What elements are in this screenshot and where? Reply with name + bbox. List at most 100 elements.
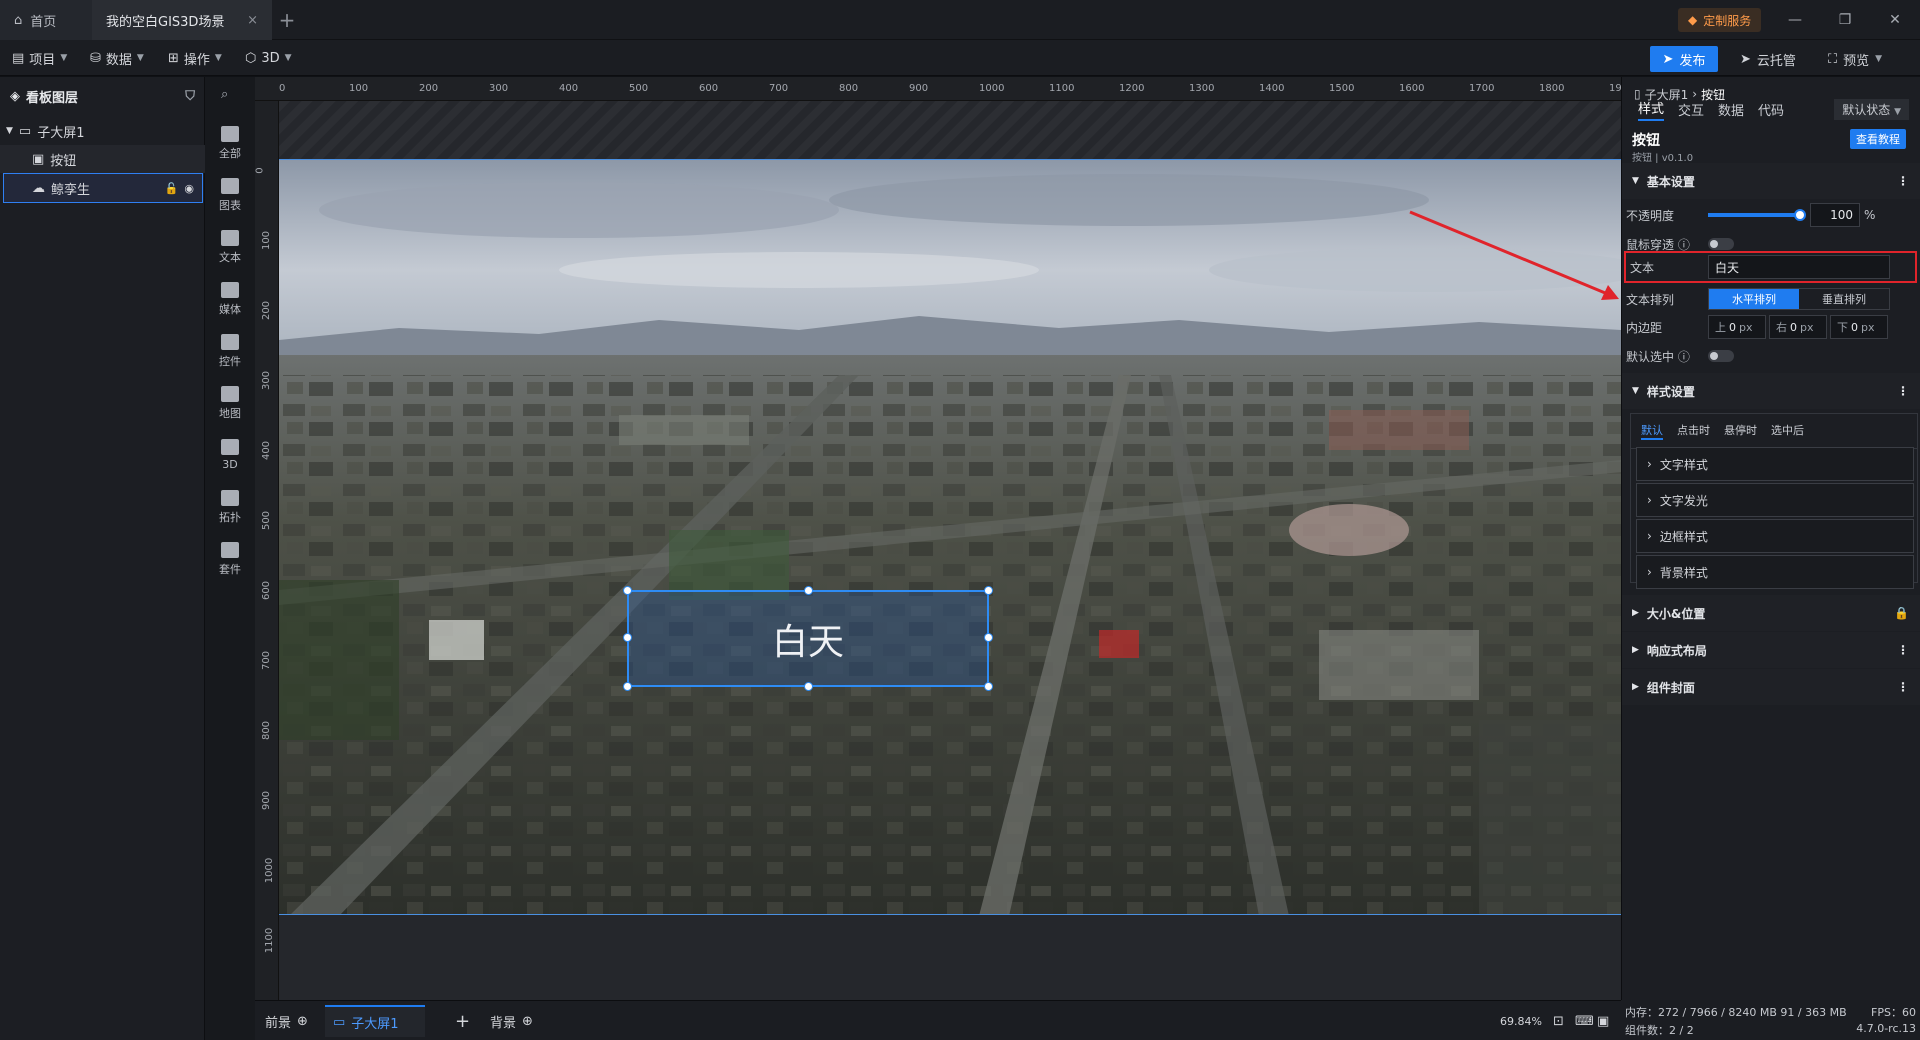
chevron-down-icon: ▼ (214, 53, 222, 63)
tutorial-button[interactable]: 查看教程 (1850, 129, 1906, 149)
fps-status: FPS：60 (1871, 1006, 1916, 1019)
keyboard-icon[interactable]: ⌨ (1575, 1009, 1594, 1033)
cat-control[interactable]: 控件 (205, 325, 255, 377)
state-select[interactable]: 默认状态 ▼ (1834, 98, 1909, 120)
back-layer-tab[interactable]: 背景 ⊕ (490, 1009, 533, 1033)
section-basic[interactable]: ▼ 基本设置 ⋮ (1622, 163, 1920, 199)
add-circle-icon[interactable]: ⊕ (522, 1014, 533, 1029)
more-icon[interactable]: ⋮ (1897, 680, 1909, 694)
front-layer-tab[interactable]: 前景 ⊕ (265, 1009, 308, 1033)
caret-down-icon[interactable]: ▼ (6, 126, 13, 136)
publish-button[interactable]: ➤ 发布 (1650, 46, 1718, 72)
more-icon[interactable]: ⋮ (1897, 174, 1909, 188)
menu-data[interactable]: ⛁ 数据 ▼ (90, 46, 144, 70)
group-border-style[interactable]: › 边框样式 (1636, 519, 1914, 553)
opacity-input[interactable]: 100 (1810, 203, 1860, 227)
tab-data[interactable]: 数据 (1718, 100, 1744, 119)
search-icon[interactable]: ⌕ (221, 87, 228, 102)
resize-handle-s[interactable] (804, 682, 813, 691)
close-icon[interactable]: × (247, 13, 258, 28)
zoom-level[interactable]: 69.84% (1500, 1009, 1542, 1033)
resize-handle-e[interactable] (984, 633, 993, 642)
all-icon (221, 125, 239, 142)
more-icon[interactable]: ⋮ (1897, 643, 1909, 657)
opacity-slider[interactable] (1708, 209, 1806, 221)
resize-handle-nw[interactable] (623, 586, 632, 595)
section-size-position[interactable]: ▶ 大小&位置 🔒 (1622, 595, 1920, 631)
ruler-vertical: 01002003004005006007008009001000110000 (255, 101, 279, 1000)
section-responsive[interactable]: ▶ 响应式布局 ⋮ (1622, 632, 1920, 668)
close-window-button[interactable]: ✕ (1880, 8, 1910, 32)
cat-media[interactable]: 媒体 (205, 273, 255, 325)
eye-icon[interactable]: ◉ (184, 182, 194, 195)
layer-twin[interactable]: ☁ 鲸孪生 🔓 ◉ (3, 173, 203, 203)
add-screen-button[interactable]: + (455, 1009, 470, 1033)
section-style[interactable]: ▼ 样式设置 ⋮ (1622, 373, 1920, 409)
screen-tab-active[interactable]: ▭ 子大屏1 (325, 1005, 425, 1037)
padding-right-input[interactable]: 右 0 px (1769, 315, 1827, 339)
unlock-icon[interactable]: 🔓 (165, 182, 179, 195)
tab-style[interactable]: 样式 (1638, 98, 1665, 121)
minimize-button[interactable]: — (1780, 8, 1810, 32)
padding-top-input[interactable]: 上 0 px (1708, 315, 1766, 339)
state-tab-click[interactable]: 点击时 (1677, 422, 1710, 440)
selected-button-widget[interactable]: 白天 (623, 586, 993, 691)
mouse-through-toggle[interactable] (1708, 238, 1734, 250)
tab-home[interactable]: ⌂ 首页 (0, 0, 92, 40)
state-tab-hover[interactable]: 悬停时 (1724, 422, 1757, 440)
layer-button[interactable]: ▣ 按钮 (0, 145, 205, 173)
editor-canvas[interactable]: 0 100 200 300 400 500 600 700 800 900 1000 1100 1200… (255, 77, 1621, 1000)
resize-handle-ne[interactable] (984, 586, 993, 595)
preview-button[interactable]: ⛶ 预览 ▼ (1828, 46, 1882, 72)
terminal-icon[interactable]: ▣ (1597, 1009, 1609, 1033)
custom-service-button[interactable]: ◆ 定制服务 (1678, 8, 1762, 32)
menu-operate[interactable]: ⊞ 操作 ▼ (168, 46, 222, 70)
resize-handle-sw[interactable] (623, 682, 632, 691)
restore-button[interactable]: ❐ (1830, 8, 1860, 32)
default-selected-toggle[interactable] (1708, 350, 1734, 362)
annotation-arrow (1409, 210, 1619, 300)
menu-project[interactable]: ▤ 项目 ▼ (12, 46, 67, 70)
ruler-tick-label: 200 (261, 300, 273, 321)
tab-interaction[interactable]: 交互 (1678, 100, 1704, 119)
resize-handle-se[interactable] (984, 682, 993, 691)
cat-topology[interactable]: 拓扑 (205, 481, 255, 533)
tab-code[interactable]: 代码 (1758, 100, 1784, 119)
arrange-horizontal-button[interactable]: 水平排列 (1709, 289, 1799, 309)
resize-handle-w[interactable] (623, 633, 632, 642)
more-icon[interactable]: ⋮ (1897, 384, 1909, 398)
opacity-knob[interactable] (1794, 209, 1806, 221)
state-tab-selected[interactable]: 选中后 (1771, 422, 1804, 440)
cat-3d[interactable]: 3D (205, 429, 255, 481)
padding-bottom-input[interactable]: 下 0 px (1830, 315, 1888, 339)
tab-document[interactable]: 我的空白GIS3D场景 × (92, 0, 272, 40)
cat-map[interactable]: 地图 (205, 377, 255, 429)
help-icon: ⓘ (1677, 349, 1690, 364)
text-input[interactable]: 白天 (1708, 255, 1890, 279)
cat-chart[interactable]: 图表 (205, 169, 255, 221)
component-title: 按钮 (1632, 133, 1660, 149)
property-tabs: 样式 交互 数据 代码 默认状态 ▼ (1622, 97, 1920, 121)
cat-text[interactable]: 文本 (205, 221, 255, 273)
group-background-style[interactable]: › 背景样式 (1636, 555, 1914, 589)
group-text-glow[interactable]: › 文字发光 (1636, 483, 1914, 517)
fit-screen-icon[interactable]: ⊡ (1553, 1009, 1564, 1033)
arrange-vertical-button[interactable]: 垂直排列 (1799, 289, 1889, 309)
layer-screen[interactable]: ▼ ▭ 子大屏1 (0, 117, 205, 145)
cat-kit[interactable]: 套件 (205, 533, 255, 585)
chevron-right-icon: › (1647, 493, 1652, 507)
cloud-hosting-button[interactable]: ➤ 云托管 (1740, 46, 1796, 72)
resize-handle-n[interactable] (804, 586, 813, 595)
add-circle-icon[interactable]: ⊕ (297, 1014, 308, 1029)
lock-icon[interactable]: 🔒 (1894, 606, 1909, 620)
menu-3d[interactable]: ⬡ 3D ▼ (245, 46, 292, 70)
state-tab-default[interactable]: 默认 (1641, 422, 1663, 440)
send-icon: ➤ (1662, 51, 1674, 67)
cat-all[interactable]: 全部 (205, 117, 255, 169)
new-tab-button[interactable]: + (275, 8, 299, 32)
section-cover[interactable]: ▶ 组件封面 ⋮ (1622, 669, 1920, 705)
chevron-down-icon: ▼ (284, 53, 292, 63)
help-icon: ⓘ (1677, 237, 1690, 252)
group-text-style[interactable]: › 文字样式 (1636, 447, 1914, 481)
filter-icon[interactable]: ⛉ (185, 89, 195, 104)
